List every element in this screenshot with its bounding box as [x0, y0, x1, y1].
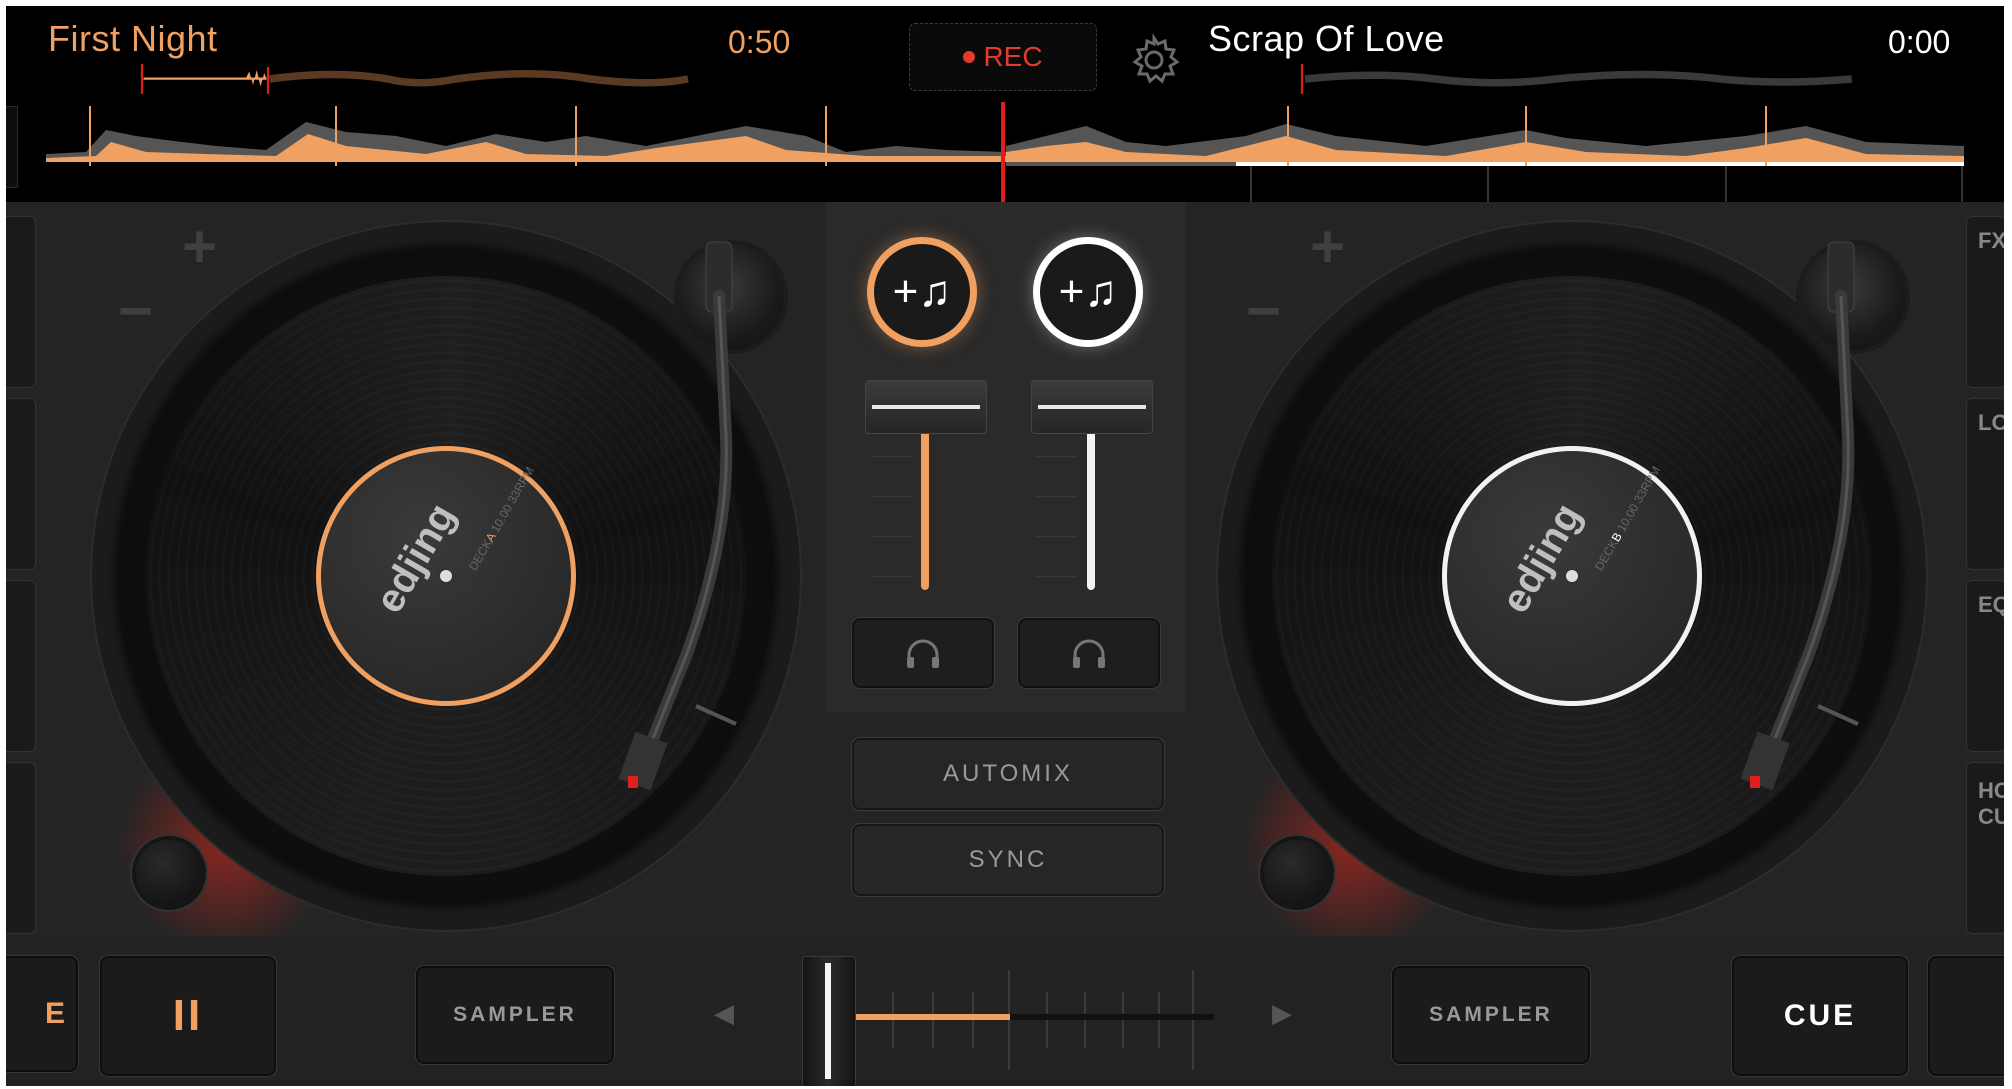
deck-a-volume-fader[interactable] — [865, 380, 987, 434]
fader-tick — [872, 576, 912, 577]
crossfader-tick — [1084, 992, 1086, 1048]
music-note-add-icon: +♫ — [892, 267, 952, 316]
crossfader-tick — [1008, 970, 1010, 1070]
fader-tick — [872, 456, 912, 457]
arrow-left-icon[interactable]: ◀ — [714, 998, 734, 1029]
deck-b-pitch-minus[interactable]: − — [1246, 276, 1281, 345]
fader-tick — [872, 496, 912, 497]
deck-a-caption: DECKA 10.00 33RPM — [466, 464, 537, 573]
deck-a-load-track-button[interactable]: +♫ — [874, 244, 970, 340]
deck-a-time: 0:50 — [728, 24, 791, 60]
beat-grid-lines — [1250, 166, 1963, 202]
transport-bar — [6, 936, 2004, 1086]
crossfader-tick — [1122, 992, 1124, 1048]
deck-b-sampler-button[interactable]: SAMPLER — [1392, 966, 1590, 1064]
deck-a-spindle — [440, 570, 452, 582]
hot-cue-label-1: HC — [1978, 778, 2004, 803]
playhead-marker — [1001, 102, 1005, 202]
deck-a-cue-button-partial[interactable]: E — [6, 956, 78, 1072]
deck-a-jog-knob[interactable] — [136, 840, 202, 906]
automix-button[interactable]: AUTOMIX — [852, 738, 1164, 810]
deck-a-pitch-minus[interactable]: − — [118, 276, 153, 345]
left-side-panel-4[interactable] — [6, 762, 36, 934]
deck-a-track-title: First Night — [48, 18, 218, 59]
deck-b-spindle — [1566, 570, 1578, 582]
crossfader-tick — [1158, 992, 1160, 1048]
crossfader-tick — [972, 992, 974, 1048]
fader-tick — [1036, 536, 1076, 537]
fader-tick — [1036, 496, 1076, 497]
record-button[interactable]: REC — [909, 23, 1097, 91]
crossfader-fill — [850, 1014, 1010, 1020]
deck-a-brand-logo: edjing — [367, 496, 465, 621]
pause-icon: II — [172, 991, 204, 1040]
deck-a-play-pause-button[interactable]: II — [100, 956, 276, 1076]
record-dot-icon — [963, 51, 976, 63]
zoomed-waveform[interactable] — [46, 106, 1964, 166]
left-side-panel-1[interactable] — [6, 216, 36, 388]
crossfader-tick — [1192, 970, 1194, 1070]
fader-tick — [872, 536, 912, 537]
deck-b-time: 0:00 — [1888, 24, 1951, 60]
left-edge-panel — [6, 106, 18, 188]
deck-b-caption: DECKB 10.00 33RPM — [1592, 463, 1664, 573]
hot-cue-label-2: CU — [1978, 804, 2004, 829]
deck-b-headphone-button[interactable] — [1018, 618, 1160, 688]
deck-a-tonearm[interactable] — [606, 236, 766, 796]
loop-label: LO — [1978, 410, 2004, 435]
deck-b-record-label: edjing DECKB 10.00 33RPM — [1442, 446, 1702, 706]
eq-label: EQ — [1978, 592, 2004, 617]
deck-a-cue-label-partial: E — [44, 997, 68, 1030]
arrow-right-icon[interactable]: ▶ — [1272, 998, 1292, 1029]
deck-a-sampler-button[interactable]: SAMPLER — [416, 966, 614, 1064]
deck-b-overview-waveform[interactable] — [1208, 64, 1948, 94]
crossfader-handle[interactable] — [802, 956, 856, 1086]
crossfader-tick — [892, 992, 894, 1048]
deck-b-cue-button[interactable]: CUE — [1732, 956, 1908, 1076]
fx-label: FX — [1978, 228, 2004, 253]
deck-a-headphone-button[interactable] — [852, 618, 994, 688]
deck-b-load-track-button[interactable]: +♫ — [1040, 244, 1136, 340]
record-label: REC — [983, 41, 1043, 72]
headphones-icon — [907, 639, 939, 668]
deck-a-pitch-plus[interactable]: + — [182, 212, 217, 281]
deck-a-overview-waveform[interactable] — [48, 64, 788, 94]
deck-a-record-label: edjing DECKA 10.00 33RPM — [316, 446, 576, 706]
sync-button[interactable]: SYNC — [852, 824, 1164, 896]
waveform-header: First Night 0:50 REC Scrap Of Love 0:00 — [6, 6, 2004, 202]
deck-b-tonearm[interactable] — [1728, 236, 1888, 796]
deck-b-pitch-plus[interactable]: + — [1310, 212, 1345, 281]
deck-b-sampler-label: SAMPLER — [1429, 1003, 1553, 1026]
fader-tick — [1036, 576, 1076, 577]
gear-icon[interactable] — [1128, 34, 1180, 86]
headphones-icon — [1073, 639, 1105, 668]
deck-b-cue-label: CUE — [1783, 999, 1857, 1032]
music-note-add-icon: +♫ — [1058, 267, 1118, 316]
deck-b-brand-logo: edjing — [1493, 496, 1591, 621]
deck-b-play-pause-button-partial[interactable] — [1928, 956, 2004, 1076]
left-side-panel-3[interactable] — [6, 580, 36, 752]
fader-tick — [1036, 456, 1076, 457]
deck-b-volume-fader[interactable] — [1031, 380, 1153, 434]
left-side-panel-2[interactable] — [6, 398, 36, 570]
dj-app: First Night 0:50 REC Scrap Of Love 0:00 — [6, 6, 2004, 1086]
crossfader-tick — [1046, 992, 1048, 1048]
crossfader-tick — [932, 992, 934, 1048]
deck-a-sampler-label: SAMPLER — [453, 1003, 577, 1026]
deck-b-track-title: Scrap Of Love — [1208, 18, 1445, 59]
deck-b-jog-knob[interactable] — [1264, 840, 1330, 906]
